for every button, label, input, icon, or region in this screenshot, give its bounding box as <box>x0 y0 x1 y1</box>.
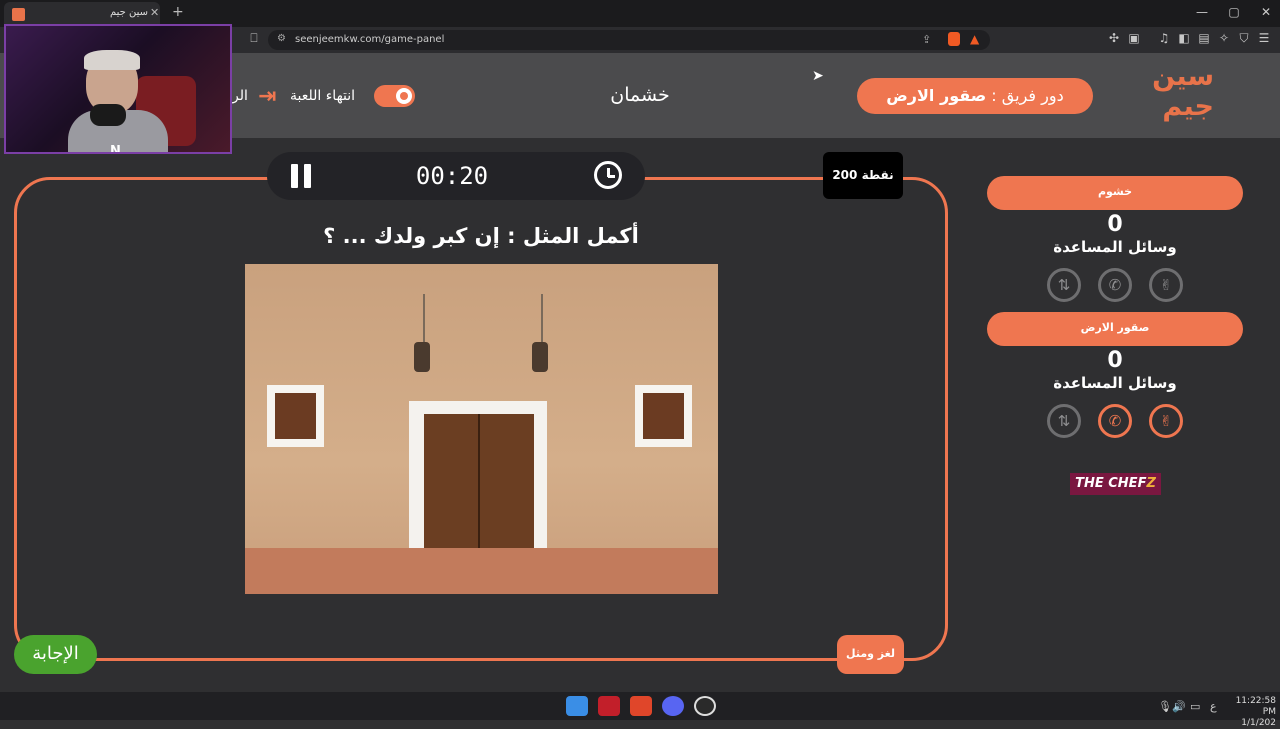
pause-button[interactable] <box>290 164 312 188</box>
obs-icon[interactable] <box>694 696 716 716</box>
call-friend-icon[interactable]: ✆ <box>1098 268 1132 302</box>
ground <box>245 548 718 594</box>
extensions-icon[interactable]: ✣ <box>1106 31 1122 45</box>
countdown-timer: 00:20 <box>415 162 489 190</box>
mouse-cursor-icon: ➤ <box>812 68 824 84</box>
team-1-pill: خشوم <box>987 176 1243 210</box>
media-icon[interactable]: ♫ <box>1156 31 1172 45</box>
points-badge: 200 نقطة <box>823 152 903 199</box>
turn-team-name: صقور الارض <box>886 86 987 105</box>
pause-icon <box>291 164 298 188</box>
leo-ai-icon[interactable]: ✧ <box>1216 31 1232 45</box>
reset-timer-button[interactable] <box>594 161 622 189</box>
url-text: seenjeemkw.com/game-panel <box>295 34 445 45</box>
webcam-overlay: N <box>4 24 232 154</box>
points-value: 200 نقطة <box>832 168 894 182</box>
turn-prefix: دور فريق : <box>991 86 1064 105</box>
language-indicator[interactable]: ع <box>1210 700 1217 713</box>
vpn-icon[interactable]: ⛉ <box>1236 31 1252 46</box>
close-window-button[interactable]: ✕ <box>1256 5 1276 19</box>
player-name: خشمان <box>610 84 670 106</box>
speaker-icon[interactable]: 🔊 <box>1172 700 1186 713</box>
exit-arrow-icon[interactable]: ⇥ <box>258 84 276 109</box>
site-favicon-icon <box>12 8 25 21</box>
team-2-helpers-label: وسائل المساعدة <box>1053 374 1177 392</box>
tab-title: سين جيم <box>110 7 149 18</box>
logo-line-1: سين <box>1152 61 1214 92</box>
screenshot-icon[interactable]: ▣ <box>1126 31 1142 45</box>
team-2-pill: صقور الارض <box>987 312 1243 346</box>
end-game-label[interactable]: انتهاء اللعبة <box>290 88 355 104</box>
question-image <box>245 264 718 594</box>
team-1-score: 0 <box>1107 212 1123 237</box>
system-clock[interactable]: 11:22:58 PM 1/1/202 <box>1224 696 1276 729</box>
new-tab-button[interactable]: + <box>172 4 184 20</box>
minimize-button[interactable]: — <box>1192 5 1212 19</box>
site-settings-icon[interactable]: ⚙ <box>277 33 286 44</box>
clock-time: 11:22:58 PM <box>1235 696 1276 717</box>
browser-tab-bar <box>0 0 1280 27</box>
site-logo[interactable]: سين جيم <box>1144 60 1214 130</box>
double-points-icon[interactable]: ✌ <box>1149 404 1183 438</box>
brave-rewards-icon[interactable]: ▲ <box>970 32 984 46</box>
home-link[interactable]: الر <box>232 88 248 104</box>
switch-question-icon[interactable]: ⇅ <box>1047 268 1081 302</box>
logo-line-2: جيم <box>1162 91 1214 122</box>
stream-logo: N <box>110 144 121 154</box>
answer-label: الإجابة <box>32 643 79 664</box>
share-icon[interactable]: ⇪ <box>922 33 931 46</box>
network-icon[interactable]: ▭ <box>1190 700 1200 713</box>
discord-icon[interactable] <box>662 696 684 716</box>
streamer-hair <box>84 50 140 70</box>
team-2-name: صقور الارض <box>1080 321 1150 334</box>
turn-indicator: دور فريق : صقور الارض <box>857 78 1093 114</box>
tab-close-icon[interactable]: ✕ <box>150 6 159 19</box>
microphone-icon[interactable]: 🎙 <box>1158 700 1172 713</box>
microphone <box>90 104 126 126</box>
end-game-toggle[interactable] <box>374 85 415 107</box>
voicemeeter-icon[interactable] <box>598 696 620 716</box>
window-left <box>267 385 324 447</box>
wallet-icon[interactable]: ▤ <box>1196 31 1212 45</box>
category-label: لغز ومثل <box>846 647 895 660</box>
team-2-score: 0 <box>1107 348 1123 373</box>
sponsor-accent: Z <box>1146 476 1156 491</box>
lantern-left <box>414 342 430 372</box>
team-1-name: خشوم <box>1097 185 1133 198</box>
window-right <box>635 385 692 447</box>
sponsor-logo[interactable]: THE CHEFZ <box>1070 473 1161 495</box>
start-icon[interactable] <box>566 696 588 716</box>
brave-shields-icon[interactable] <box>948 32 960 46</box>
menu-icon[interactable]: ☰ <box>1256 31 1272 45</box>
category-badge: لغز ومثل <box>837 635 904 674</box>
call-friend-icon[interactable]: ✆ <box>1098 404 1132 438</box>
maximize-button[interactable]: ▢ <box>1224 5 1244 19</box>
double-points-icon[interactable]: ✌ <box>1149 268 1183 302</box>
sponsor-text: THE CHEF <box>1075 476 1147 491</box>
gear-icon <box>400 92 408 100</box>
sidebar-icon[interactable]: ◧ <box>1176 31 1192 45</box>
bookmark-icon[interactable]: ⎕ <box>246 31 262 46</box>
brave-icon[interactable] <box>630 696 652 716</box>
address-bar[interactable]: ⚙ seenjeemkw.com/game-panel ⇪ ▲ <box>268 30 990 50</box>
question-text: أكمل المثل : إن كبر ولدك ... ؟ <box>323 224 639 248</box>
switch-question-icon[interactable]: ⇅ <box>1047 404 1081 438</box>
team-1-helpers-label: وسائل المساعدة <box>1053 238 1177 256</box>
lantern-right <box>532 342 548 372</box>
wooden-door <box>424 414 534 561</box>
show-answer-button[interactable]: الإجابة <box>14 635 97 674</box>
